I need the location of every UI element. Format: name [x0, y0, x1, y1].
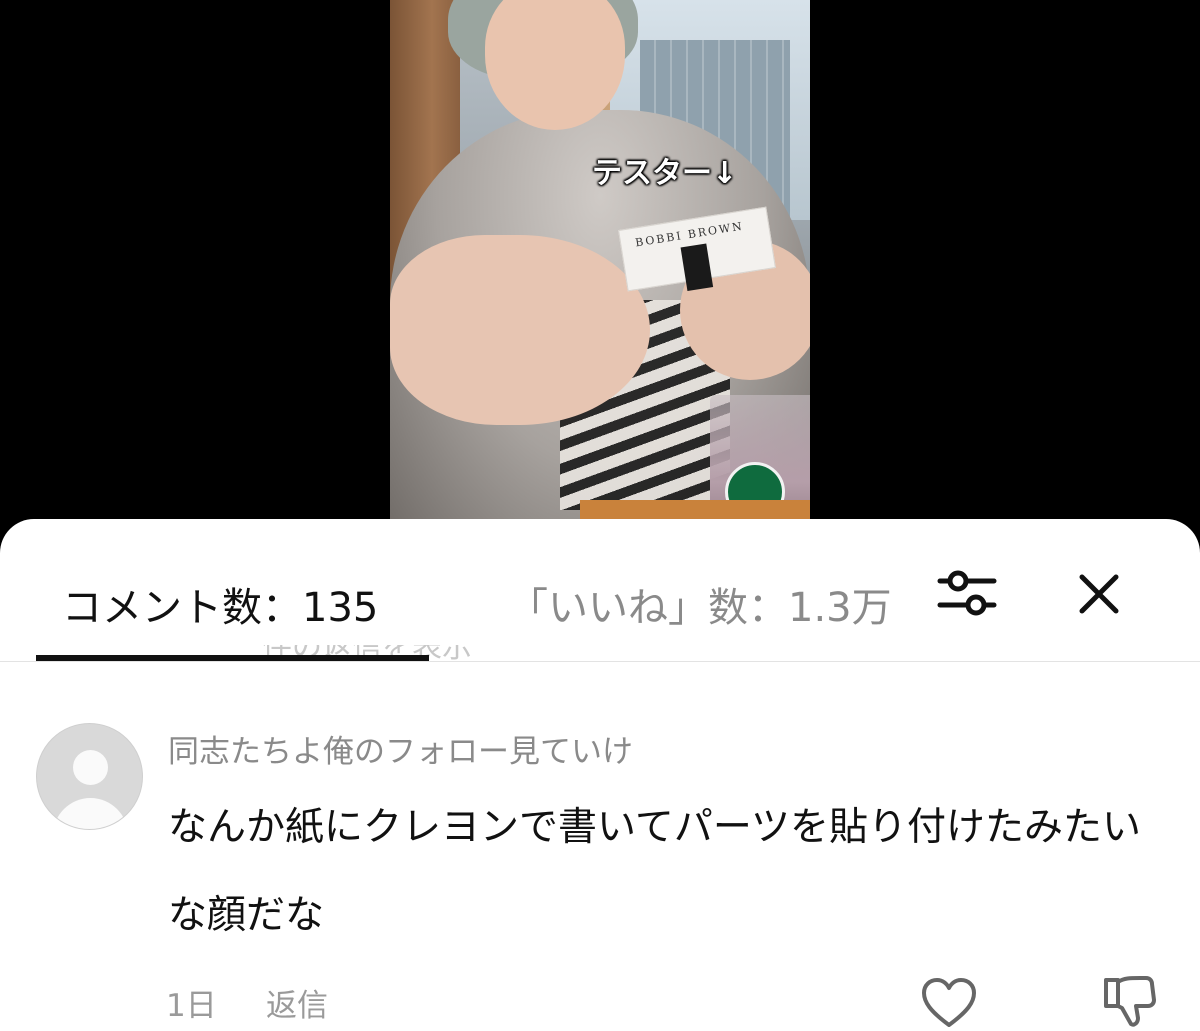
comments-tabs: コメント数：135 「いいね」数：1.3万 件の返信を表示	[0, 519, 1200, 663]
heart-icon	[922, 978, 976, 1027]
video-card-sample	[680, 243, 714, 292]
comments-sheet: コメント数：135 「いいね」数：1.3万 件の返信を表示 同志たちよ俺のフォロ…	[0, 519, 1200, 1031]
comment-item: 同志たちよ俺のフォロー見ていけ なんか紙にクレヨンで書いてパーツを貼り付けたみた…	[0, 662, 1200, 1031]
avatar-placeholder-head	[73, 750, 108, 785]
filter-button[interactable]	[934, 565, 1000, 621]
screen: BOBBI BROWN テスター↓ コメント数：135 「いいね」数：1.3万	[0, 0, 1200, 1031]
like-button[interactable]	[920, 976, 978, 1030]
comment-text: なんか紙にクレヨンで書いてパーツを貼り付けたみたいな顔だな	[168, 805, 1142, 938]
tab-comments-count[interactable]: コメント数：135	[62, 575, 378, 633]
comment-author[interactable]: 同志たちよ俺のフォロー見ていけ	[168, 726, 633, 771]
tab-likes-count[interactable]: 「いいね」数：1.3万	[508, 575, 904, 633]
avatar[interactable]	[36, 723, 143, 830]
video-caption: テスター↓	[592, 156, 738, 191]
close-icon	[1079, 574, 1119, 614]
close-button[interactable]	[1074, 569, 1124, 619]
video-player[interactable]: BOBBI BROWN	[390, 0, 810, 540]
reply-button[interactable]: 返信	[266, 980, 328, 1025]
sliders-icon	[937, 570, 997, 616]
avatar-placeholder-body	[53, 798, 128, 829]
dislike-button[interactable]	[1100, 972, 1158, 1030]
comment-timestamp: 1日	[166, 988, 217, 1024]
video-left-hand	[390, 235, 650, 425]
thumbs-down-icon	[1104, 976, 1156, 1027]
video-card-brand: BOBBI BROWN	[634, 219, 745, 250]
